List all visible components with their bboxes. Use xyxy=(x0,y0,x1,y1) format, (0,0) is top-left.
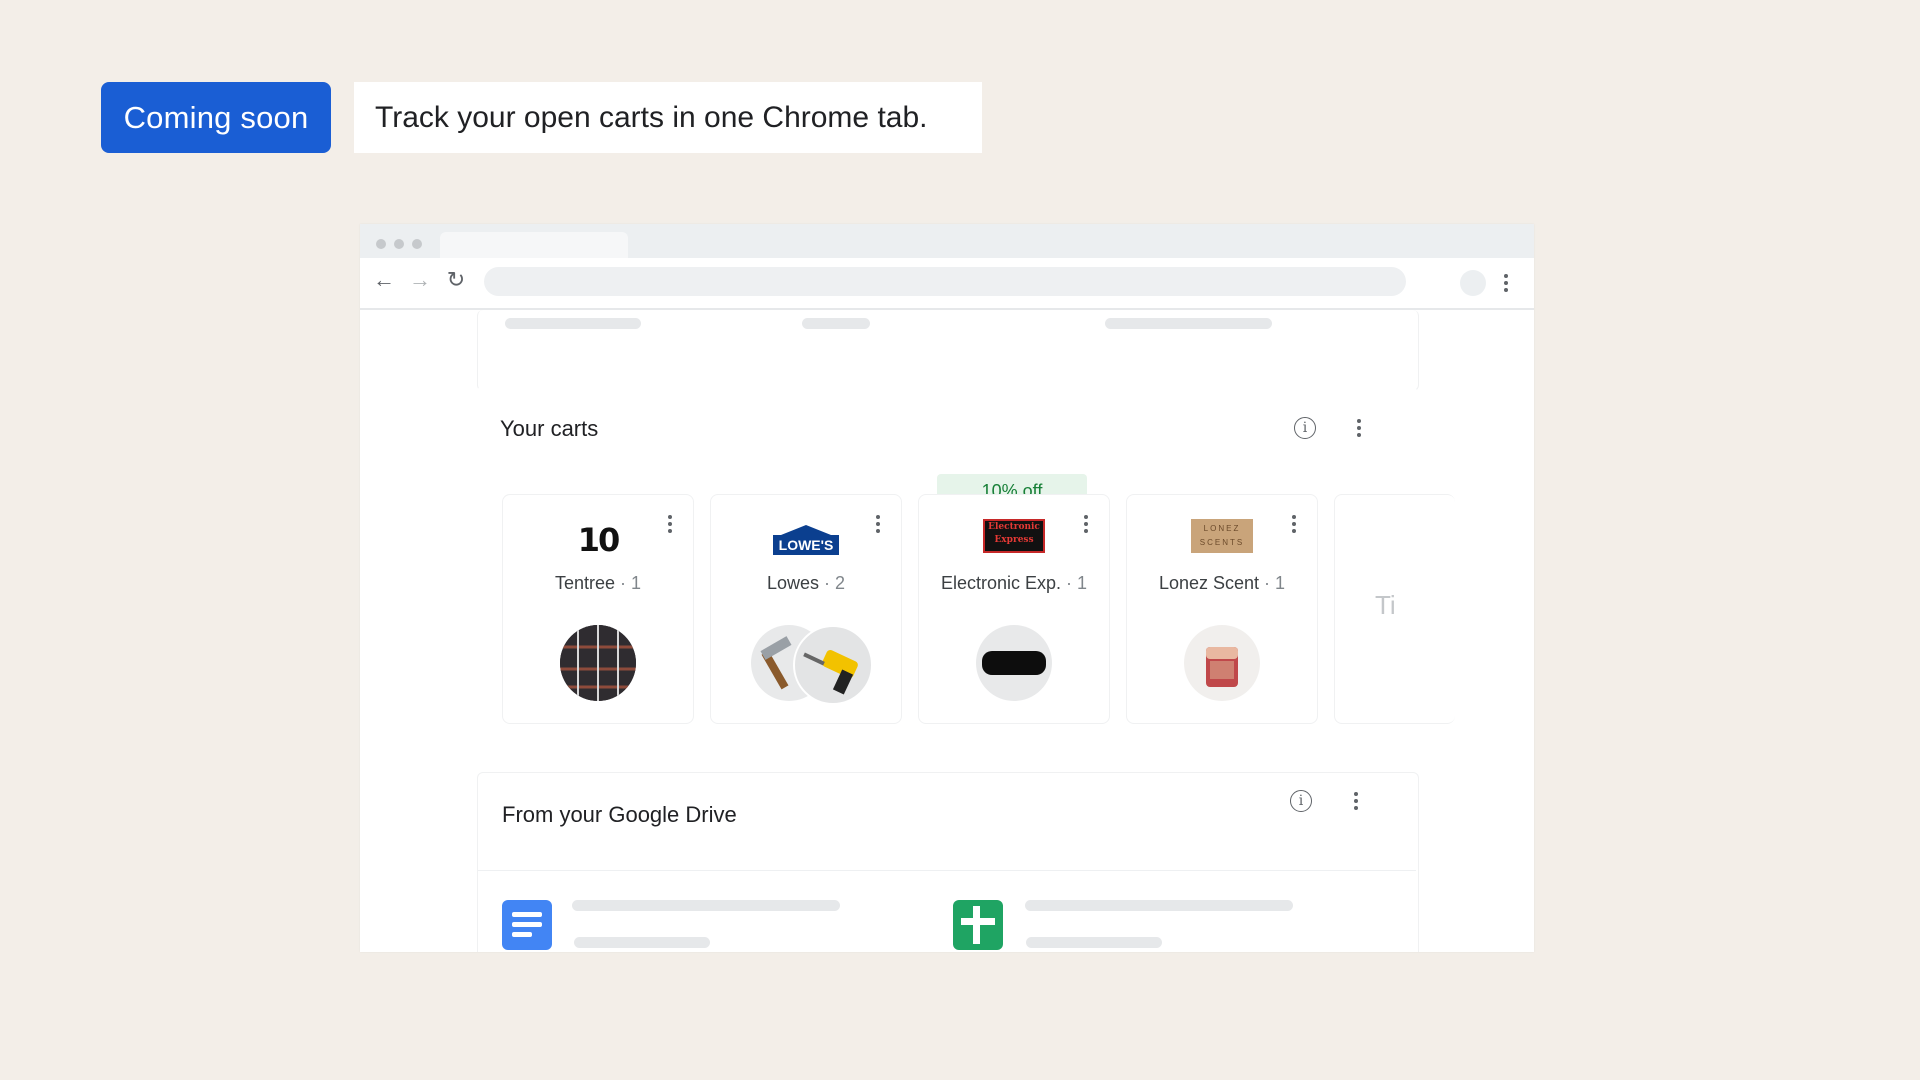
browser-window: ← → ↻ Your carts i 10% off 10 Tentree · … xyxy=(360,224,1534,952)
window-dot-icon xyxy=(376,239,386,249)
window-dot-icon xyxy=(412,239,422,249)
carts-module-title: Your carts xyxy=(500,416,599,441)
placeholder-bar xyxy=(1025,900,1293,911)
info-icon[interactable]: i xyxy=(1294,417,1316,439)
placeholder-bar xyxy=(1026,937,1162,948)
placeholder-bar xyxy=(572,900,840,911)
soundbar-icon xyxy=(976,625,1052,701)
cart-merchant-label: Electronic Exp. · 1 xyxy=(940,573,1088,593)
browser-menu-icon[interactable] xyxy=(1503,274,1509,292)
cart-menu-icon[interactable] xyxy=(1291,515,1297,533)
address-bar[interactable] xyxy=(484,267,1406,296)
cart-menu-icon[interactable] xyxy=(875,515,881,533)
drive-module-title: From your Google Drive xyxy=(502,802,737,827)
reload-icon[interactable]: ↻ xyxy=(444,268,468,292)
divider xyxy=(478,870,1416,871)
cart-menu-icon[interactable] xyxy=(1083,515,1089,533)
drill-icon xyxy=(793,625,873,705)
profile-avatar[interactable] xyxy=(1460,270,1486,296)
placeholder-bar xyxy=(574,937,710,948)
coming-soon-badge: Coming soon xyxy=(101,82,331,153)
cart-card-tentree[interactable]: 10 Tentree · 1 xyxy=(502,494,694,724)
cart-card-lowes[interactable]: LOWE'S Lowes · 2 xyxy=(710,494,902,724)
drive-module xyxy=(477,772,1419,952)
cart-card-lonez-scent[interactable]: LONEZ SCENTS Lonez Scent · 1 xyxy=(1126,494,1318,724)
cart-merchant-label: Lowes · 2 xyxy=(766,573,846,593)
window-dot-icon xyxy=(394,239,404,249)
lonez-scents-logo: LONEZ SCENTS xyxy=(1191,519,1253,553)
google-docs-icon[interactable] xyxy=(502,900,552,950)
svg-text:LOWE'S: LOWE'S xyxy=(779,537,834,553)
browser-tab[interactable] xyxy=(440,232,628,258)
lowes-logo: LOWE'S xyxy=(771,525,841,560)
peek-text: Ti xyxy=(1375,590,1396,620)
browser-toolbar: ← → ↻ xyxy=(360,258,1534,310)
info-icon[interactable]: i xyxy=(1290,790,1312,812)
caption-text: Track your open carts in one Chrome tab. xyxy=(354,82,982,153)
flannel-shirt-icon xyxy=(560,625,636,701)
cart-menu-icon[interactable] xyxy=(667,515,673,533)
module-menu-icon[interactable] xyxy=(1353,792,1359,810)
placeholder-bar xyxy=(1105,318,1272,329)
tab-strip xyxy=(360,224,1534,258)
placeholder-bar xyxy=(802,318,870,329)
cart-card-peek[interactable]: Ti xyxy=(1334,494,1455,724)
module-menu-icon[interactable] xyxy=(1356,419,1362,437)
cart-merchant-label: Lonez Scent · 1 xyxy=(1158,573,1286,593)
cart-merchant-label: Tentree · 1 xyxy=(554,573,642,593)
google-sheets-icon[interactable] xyxy=(953,900,1003,950)
forward-arrow-icon[interactable]: → xyxy=(408,268,432,292)
electronic-express-logo: Electronic Express xyxy=(983,519,1045,553)
placeholder-bar xyxy=(505,318,641,329)
candle-icon xyxy=(1184,625,1260,701)
cart-card-electronic-express[interactable]: Electronic Express Electronic Exp. · 1 xyxy=(918,494,1110,724)
back-arrow-icon[interactable]: ← xyxy=(372,268,396,292)
tentree-logo: 10 xyxy=(577,521,621,559)
